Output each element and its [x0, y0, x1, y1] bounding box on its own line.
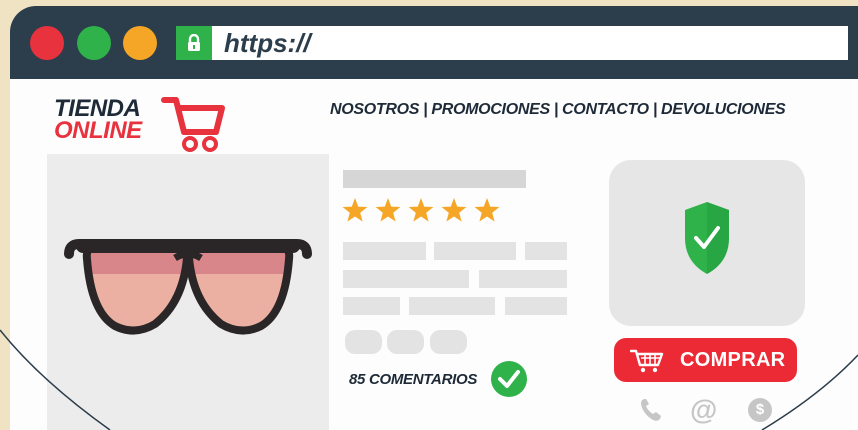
star-icon	[408, 198, 434, 222]
nav-item-promociones[interactable]: PROMOCIONES	[431, 101, 550, 118]
sunglasses-icon	[64, 239, 312, 335]
option-chip[interactable]	[345, 330, 382, 354]
option-chip[interactable]	[387, 330, 424, 354]
text-placeholder	[343, 297, 400, 315]
cart-icon	[630, 349, 664, 373]
star-icon	[474, 198, 500, 222]
comments-count[interactable]: 85 COMENTARIOS	[349, 371, 477, 388]
text-placeholder	[343, 270, 469, 288]
dollar-icon[interactable]: $	[748, 398, 772, 422]
product-title-placeholder	[343, 170, 526, 188]
product-image[interactable]	[47, 154, 329, 430]
nav-item-nosotros[interactable]: NOSOTROS	[330, 101, 419, 118]
star-icon	[441, 198, 467, 222]
text-placeholder	[525, 242, 567, 260]
text-placeholder	[505, 297, 567, 315]
shopping-cart-icon	[161, 97, 225, 152]
main-nav: NOSOTROS | PROMOCIONES | CONTACTO | DEVOLUCION…	[330, 101, 786, 119]
nav-separator: |	[553, 101, 559, 118]
nav-separator: |	[652, 101, 658, 118]
text-placeholder	[434, 242, 516, 260]
browser-toolbar: https://	[10, 6, 858, 79]
phone-icon[interactable]	[638, 397, 664, 423]
nav-item-contacto[interactable]: CONTACTO	[562, 101, 649, 118]
buy-button-label: COMPRAR	[680, 349, 786, 371]
check-circle-icon	[491, 361, 527, 397]
security-badge-panel	[609, 160, 805, 326]
text-placeholder	[479, 270, 567, 288]
text-placeholder	[409, 297, 495, 315]
star-icon	[375, 198, 401, 222]
at-icon[interactable]: @	[690, 396, 717, 424]
store-logo[interactable]: TIENDA ONLINE	[54, 94, 225, 154]
close-window-button[interactable]	[30, 26, 64, 60]
lock-icon	[176, 26, 212, 60]
option-chip[interactable]	[430, 330, 467, 354]
buy-button[interactable]: COMPRAR	[614, 338, 797, 382]
minimize-window-button[interactable]	[77, 26, 111, 60]
nav-separator: |	[423, 101, 428, 118]
url-text[interactable]: https://	[224, 28, 311, 58]
text-placeholder	[343, 242, 426, 260]
shield-check-icon	[685, 202, 729, 274]
star-icon	[342, 198, 368, 222]
logo-line-2: ONLINE	[54, 117, 142, 144]
maximize-window-button[interactable]	[123, 26, 157, 60]
address-bar[interactable]: https://	[176, 26, 848, 60]
nav-item-devoluciones[interactable]: DEVOLUCIONES	[661, 101, 786, 118]
rating-stars	[342, 198, 500, 222]
